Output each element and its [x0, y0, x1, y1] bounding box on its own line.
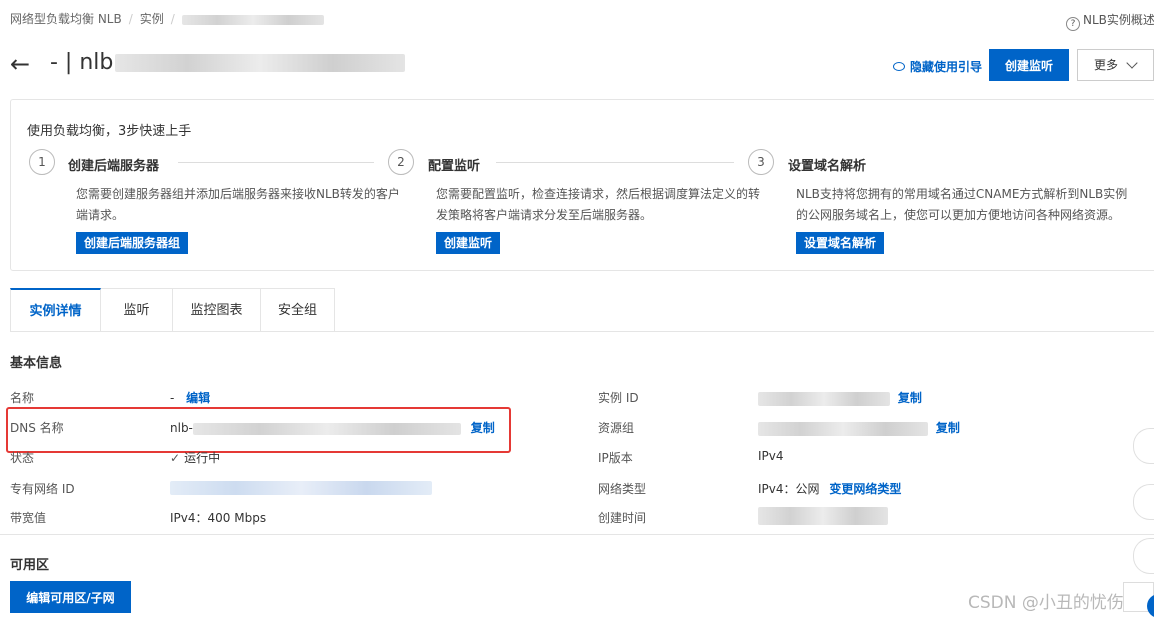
tab-security-group[interactable]: 安全组 [261, 288, 335, 332]
step-2-connector [496, 162, 734, 163]
copy-instance-id-link[interactable]: 复制 [898, 391, 922, 405]
step-1-connector [178, 162, 374, 163]
page-title-text: - | nlb [50, 50, 114, 75]
step-2-title: 配置监听 [428, 159, 481, 174]
bandwidth-label: 带宽值 [10, 511, 47, 525]
name-value: - 编辑 [170, 389, 210, 406]
create-server-group-button[interactable]: 创建后端服务器组 [76, 232, 189, 254]
vpc-redacted [170, 480, 432, 495]
step-2-number: 2 [388, 149, 414, 175]
step-3-title: 设置域名解析 [788, 159, 867, 174]
instance-id-redacted [758, 391, 890, 406]
edit-zones-button[interactable]: 编辑可用区/子网 [10, 581, 131, 613]
hide-guide-link[interactable]: 隐藏使用引导 [893, 58, 982, 75]
title-redacted [115, 54, 406, 72]
watermark: CSDN @小丑的忧伤 [968, 593, 1124, 613]
step-1-title: 创建后端服务器 [68, 159, 160, 174]
network-type-value: IPv4：公网 变更网络类型 [758, 480, 901, 497]
ip-version-label: IP版本 [598, 451, 633, 465]
vpc-label: 专有网络 ID [10, 482, 75, 496]
copy-resource-group-link[interactable]: 复制 [936, 421, 960, 435]
created-time-redacted [758, 507, 888, 525]
status-label: 状态 [10, 451, 35, 465]
floating-widget-2[interactable] [1133, 484, 1154, 520]
resource-group-redacted [758, 421, 928, 436]
tab-listeners[interactable]: 监听 [101, 288, 173, 332]
more-label: 更多 [1094, 58, 1119, 72]
instance-id-value: 复制 [758, 389, 922, 406]
instance-id-label: 实例 ID [598, 391, 639, 405]
step-1-desc: 您需要创建服务器组并添加后端服务器来接收NLB转发的客户端请求。 [76, 187, 400, 222]
question-icon: ? [1066, 17, 1080, 31]
set-dns-button[interactable]: 设置域名解析 [796, 232, 885, 254]
breadcrumb-instances[interactable]: 实例 [140, 12, 164, 26]
zones-heading: 可用区 [10, 558, 50, 573]
breadcrumb-nlb[interactable]: 网络型负载均衡 NLB [10, 12, 122, 26]
eye-icon [893, 62, 905, 71]
create-listener-button[interactable]: 创建监听 [989, 49, 1069, 81]
bandwidth-value: IPv4：400 Mbps [170, 511, 267, 525]
name-text: - [170, 391, 175, 405]
tab-divider [10, 331, 1154, 332]
network-type-text: IPv4：公网 [758, 482, 820, 496]
quick-start-title: 使用负载均衡，3步快速上手 [27, 124, 192, 139]
breadcrumb-instance-redacted [181, 14, 324, 25]
tab-monitoring[interactable]: 监控图表 [173, 288, 261, 332]
step-3-desc: NLB支持将您拥有的常用域名通过CNAME方式解析到NLB实例的公网服务域名上，… [796, 187, 1128, 222]
created-time-value [758, 507, 888, 525]
network-type-label: 网络类型 [598, 482, 647, 496]
help-label: NLB实例概述 [1083, 13, 1154, 27]
breadcrumb: 网络型负载均衡 NLB / 实例 / [10, 10, 324, 27]
back-arrow-icon[interactable]: ← [10, 50, 30, 78]
name-label: 名称 [10, 391, 35, 405]
resource-group-value: 复制 [758, 419, 960, 436]
help-link[interactable]: ? NLB实例概述 [1066, 11, 1154, 31]
change-network-type-link[interactable]: 变更网络类型 [829, 482, 901, 496]
status-value: ✓ 运行中 [170, 449, 220, 466]
resource-group-label: 资源组 [598, 421, 635, 435]
step-3-number: 3 [748, 149, 774, 175]
status-text: 运行中 [184, 451, 221, 465]
step-1-number: 1 [29, 149, 55, 175]
edit-name-link[interactable]: 编辑 [186, 391, 210, 405]
section-divider [0, 534, 1154, 535]
hide-guide-label: 隐藏使用引导 [910, 60, 983, 74]
create-listener-step-button[interactable]: 创建监听 [436, 232, 501, 254]
step-2-desc: 您需要配置监听，检查连接请求，然后根据调度算法定义的转发策略将客户端请求分发至后… [436, 187, 761, 222]
page-title: - | nlb [50, 50, 406, 75]
vpc-value [170, 480, 432, 495]
tab-instance-details[interactable]: 实例详情 [10, 288, 101, 332]
chevron-down-icon [1126, 57, 1138, 69]
more-dropdown[interactable]: 更多 [1077, 49, 1154, 81]
basic-info-heading: 基本信息 [10, 356, 63, 371]
check-icon: ✓ [170, 451, 181, 465]
created-time-label: 创建时间 [598, 511, 647, 525]
highlight-box [6, 407, 511, 453]
ip-version-value: IPv4 [758, 449, 784, 463]
floating-widget-3[interactable] [1133, 538, 1154, 574]
floating-widget-1[interactable] [1133, 428, 1154, 464]
